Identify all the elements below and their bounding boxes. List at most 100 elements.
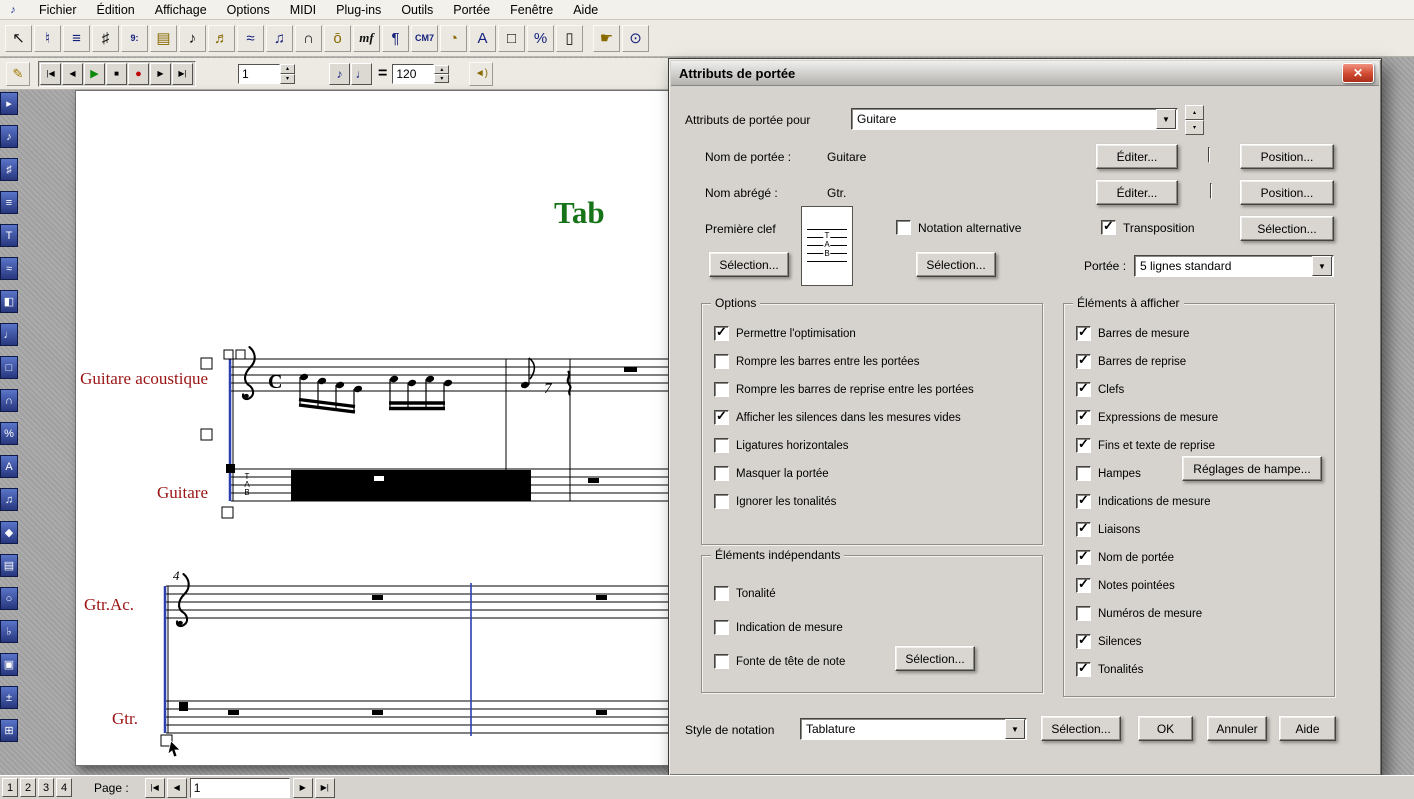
chord-tool-icon[interactable]: CM7: [411, 25, 438, 52]
page-tile-1[interactable]: 1: [2, 778, 18, 797]
palette-tool-icon-18[interactable]: ▣: [0, 653, 18, 676]
palette-tool-icon-7[interactable]: ◧: [0, 290, 18, 313]
clef-tool-icon[interactable]: 9:: [121, 25, 148, 52]
lyrics-tool-icon[interactable]: ¶: [382, 25, 409, 52]
chevron-down-icon[interactable]: ▼: [1005, 719, 1025, 739]
mini-tool-icon[interactable]: ✎: [6, 62, 30, 86]
disp-staff-name-checkbox[interactable]: [1076, 550, 1091, 565]
palette-tool-icon-17[interactable]: ♭: [0, 620, 18, 643]
menu-plugins[interactable]: Plug-ins: [326, 1, 391, 19]
menu-affichage[interactable]: Affichage: [145, 1, 217, 19]
abbr-name-position-button[interactable]: Position...: [1240, 180, 1334, 205]
tempo-input[interactable]: [392, 64, 434, 84]
counter-down-arrow[interactable]: ▾: [280, 74, 295, 84]
indep-key-checkbox[interactable]: [714, 586, 729, 601]
disp-ties-checkbox[interactable]: [1076, 522, 1091, 537]
stop-button[interactable]: ■: [106, 63, 127, 85]
measure-counter-input[interactable]: [238, 64, 280, 84]
special-tools-icon[interactable]: ◔: [440, 25, 467, 52]
opt-flat-beams-checkbox[interactable]: [714, 438, 729, 453]
staff-selection-handles[interactable]: [161, 350, 245, 746]
tempo-note-icon[interactable]: ♪: [329, 63, 350, 85]
palette-tool-icon-9[interactable]: □: [0, 356, 18, 379]
disp-clefs-checkbox[interactable]: [1076, 382, 1091, 397]
palette-tool-icon-11[interactable]: %: [0, 422, 18, 445]
page-tile-2[interactable]: 2: [20, 778, 36, 797]
chevron-down-icon[interactable]: ▼: [1312, 256, 1332, 276]
full-name-position-button[interactable]: Position...: [1240, 144, 1334, 169]
disp-endings-checkbox[interactable]: [1076, 438, 1091, 453]
palette-tool-icon-2[interactable]: ♪: [0, 125, 18, 148]
first-clef-preview[interactable]: TAB: [801, 206, 853, 286]
opt-ignore-keys-checkbox[interactable]: [714, 494, 729, 509]
repeat-tool-icon[interactable]: %: [527, 25, 554, 52]
first-clef-selection-button[interactable]: Sélection...: [709, 252, 789, 277]
speedy-entry-tool-icon[interactable]: ♬: [208, 25, 235, 52]
time-signature-tool-icon[interactable]: ▤: [150, 25, 177, 52]
alt-notation-checkbox[interactable]: [896, 220, 911, 235]
menu-fenetre[interactable]: Fenêtre: [500, 1, 563, 19]
disp-rests-checkbox[interactable]: [1076, 634, 1091, 649]
smart-shape-tool-icon[interactable]: ≈: [237, 25, 264, 52]
opt-break-repeat-barlines-checkbox[interactable]: [714, 382, 729, 397]
speaker-icon[interactable]: ◄): [469, 62, 493, 86]
staff-spinner-up[interactable]: ▴: [1185, 105, 1204, 120]
palette-tool-icon-10[interactable]: ∩: [0, 389, 18, 412]
disp-measure-expressions-checkbox[interactable]: [1076, 410, 1091, 425]
full-name-position-checkbox[interactable]: [1208, 147, 1210, 163]
tempo-down-arrow[interactable]: ▾: [434, 74, 449, 83]
stem-settings-button[interactable]: Réglages de hampe...: [1182, 456, 1322, 481]
edit-full-name-button[interactable]: Éditer...: [1096, 144, 1178, 169]
first-page-button[interactable]: |◀: [145, 778, 165, 798]
disp-key-signatures-checkbox[interactable]: [1076, 662, 1091, 677]
indep-notehead-font-checkbox[interactable]: [714, 654, 729, 669]
cancel-button[interactable]: Annuler: [1207, 716, 1267, 741]
palette-tool-icon-1[interactable]: ▸: [0, 92, 18, 115]
menu-midi[interactable]: MIDI: [280, 1, 326, 19]
simple-entry-tool-icon[interactable]: ♪: [179, 25, 206, 52]
go-to-end-button[interactable]: ▶|: [172, 63, 193, 85]
palette-tool-icon-8[interactable]: ♩: [0, 323, 18, 346]
palette-tool-icon-14[interactable]: ◆: [0, 521, 18, 544]
step-forward-button[interactable]: ▶: [150, 63, 171, 85]
pointer-tool-icon[interactable]: ↖: [5, 25, 32, 52]
tuplet-tool-icon[interactable]: ♫: [266, 25, 293, 52]
menu-portee[interactable]: Portée: [443, 1, 500, 19]
palette-tool-icon-5[interactable]: T: [0, 224, 18, 247]
hand-grabber-tool-icon[interactable]: ☛: [593, 25, 620, 52]
page-number-input[interactable]: [190, 778, 290, 798]
tempo-beat-icon[interactable]: ♩: [351, 63, 372, 85]
opt-optimisation-checkbox[interactable]: [714, 326, 729, 341]
menu-options[interactable]: Options: [217, 1, 280, 19]
disp-stems-checkbox[interactable]: [1076, 466, 1091, 481]
palette-tool-icon-19[interactable]: ±: [0, 686, 18, 709]
opt-hide-staff-checkbox[interactable]: [714, 466, 729, 481]
alt-notation-selection-button[interactable]: Sélection...: [916, 252, 996, 277]
go-to-start-button[interactable]: |◀: [40, 63, 61, 85]
graphics-tool-icon[interactable]: □: [498, 25, 525, 52]
transposition-checkbox[interactable]: [1101, 220, 1116, 235]
tempo-up-arrow[interactable]: ▴: [434, 65, 449, 74]
menu-edition[interactable]: Édition: [87, 1, 145, 19]
zoom-tool-icon[interactable]: ⊙: [622, 25, 649, 52]
dialog-title-bar[interactable]: Attributs de portée ✕: [671, 61, 1379, 86]
counter-up-arrow[interactable]: ▴: [280, 64, 295, 74]
palette-tool-icon-3[interactable]: ♯: [0, 158, 18, 181]
menu-fichier[interactable]: Fichier: [29, 1, 87, 19]
disp-dotted-notes-checkbox[interactable]: [1076, 578, 1091, 593]
palette-tool-icon-20[interactable]: ⊞: [0, 719, 18, 742]
palette-tool-icon-16[interactable]: ○: [0, 587, 18, 610]
text-tool-icon[interactable]: A: [469, 25, 496, 52]
page-tile-4[interactable]: 4: [56, 778, 72, 797]
step-back-button[interactable]: ◀: [62, 63, 83, 85]
palette-tool-icon-6[interactable]: ≈: [0, 257, 18, 280]
help-button[interactable]: Aide: [1279, 716, 1336, 741]
key-signature-tool-icon[interactable]: ♯: [92, 25, 119, 52]
notehead-font-selection-button[interactable]: Sélection...: [895, 646, 975, 671]
opt-show-rests-checkbox[interactable]: [714, 410, 729, 425]
notation-style-combo[interactable]: Tablature ▼: [800, 718, 1027, 740]
disp-measure-numbers-checkbox[interactable]: [1076, 606, 1091, 621]
play-button[interactable]: ▶: [84, 63, 105, 85]
palette-tool-icon-12[interactable]: A: [0, 455, 18, 478]
next-page-button[interactable]: ▶: [293, 778, 313, 798]
